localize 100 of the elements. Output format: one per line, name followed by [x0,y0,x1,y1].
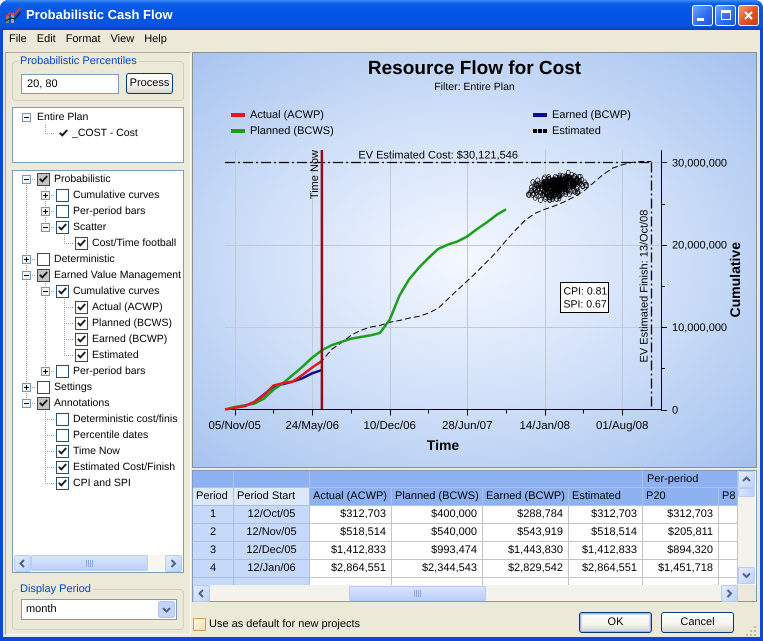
checkbox[interactable] [193,618,206,631]
tick-label: 05/Nov/05 [208,420,261,432]
tree-item-label[interactable]: Per-period bars [73,364,146,378]
tree-item-label[interactable]: Planned (BCWS) [92,316,172,330]
menu-item[interactable]: File [4,31,32,48]
checkbox[interactable] [56,444,69,458]
column-header[interactable]: Estimated [569,488,643,506]
dialog-button[interactable]: Cancel [661,612,734,633]
column-header[interactable]: Period Start [234,488,310,506]
tree-item-label[interactable]: Cumulative curves [73,284,160,298]
column-header[interactable]: P8 [719,488,738,506]
checkbox[interactable] [56,220,69,234]
annotation-label: CPI: 0.81 [564,286,608,298]
tree-expand-icon[interactable] [41,366,50,376]
process-button[interactable]: Process [126,73,173,94]
table-cell [719,524,738,542]
tree-item-label[interactable]: Cumulative curves [73,188,160,202]
tree-item-label[interactable]: Estimated [92,348,139,362]
tree-collapse-icon[interactable] [22,398,31,408]
scroll-right-button[interactable] [165,554,182,572]
percentiles-field[interactable]: 20, 80 [21,74,119,94]
tree-item-label[interactable]: Time Now [73,444,120,458]
tree-item-label[interactable]: Earned (BCWP) [92,332,168,346]
checkbox[interactable] [75,236,88,250]
menu-item[interactable]: View [106,31,140,48]
checkbox[interactable] [56,428,69,442]
checkbox[interactable] [75,332,88,346]
checkbox[interactable] [37,172,50,186]
tree-item-label[interactable]: Annotations [54,396,110,410]
checkbox[interactable] [75,348,88,362]
resize-grip-icon[interactable] [745,625,757,637]
tree-item-label[interactable]: Entire Plan [37,110,88,124]
tree-item-label[interactable]: Settings [54,380,92,394]
tree-expand-icon[interactable] [41,190,50,200]
table-cell: $288,784 [483,506,569,524]
tree-collapse-icon[interactable] [41,286,50,296]
tree-item-label[interactable]: CPI and SPI [73,476,131,490]
column-header[interactable]: Planned (BCWS) [392,488,483,506]
table-cell: $518,514 [569,524,643,542]
tree-expand-icon[interactable] [22,254,31,264]
scrollbar-thumb[interactable] [738,488,755,497]
checkbox[interactable] [56,364,69,378]
table-cell [719,506,738,524]
checkbox[interactable] [37,252,50,266]
menu-item[interactable]: Edit [32,31,61,48]
scrollbar-thumb[interactable] [349,586,486,600]
table-cell: 12/Oct/05 [234,506,310,524]
tree-item-label[interactable]: Deterministic [54,252,115,266]
menu-item[interactable]: Help [139,31,172,48]
tree-item-label[interactable]: Percentile dates [73,428,148,442]
checkbox[interactable] [56,204,69,218]
column-header[interactable]: Earned (BCWP) [483,488,569,506]
menu-item[interactable]: Format [60,31,106,48]
maximize-button[interactable] [715,4,736,26]
column-header[interactable]: P20 [643,488,719,506]
tree-item-label[interactable]: Scatter [73,220,106,234]
scatter-cloud [526,170,589,204]
checkbox[interactable] [56,284,69,298]
legend-label: Earned (BCWP) [552,108,631,122]
tree-expand-icon[interactable] [41,206,50,216]
checkbox[interactable] [37,396,50,410]
column-header[interactable]: Period [193,488,234,506]
checkbox[interactable] [37,380,50,394]
tree-item-label[interactable]: Per-period bars [73,204,146,218]
scroll-down-button[interactable] [738,567,755,584]
close-button[interactable] [738,4,759,26]
table-cell [719,542,738,560]
dialog-button[interactable]: OK [579,612,652,633]
tree-collapse-icon[interactable] [22,112,31,122]
tree-collapse-icon[interactable] [22,174,31,184]
tree-collapse-icon[interactable] [22,270,31,280]
checkbox-label[interactable]: Use as default for new projects [209,618,360,631]
maximize-icon [720,10,730,20]
column-header[interactable]: Actual (ACWP) [310,488,392,506]
scroll-left-button[interactable] [193,584,210,602]
checkbox[interactable] [56,412,69,426]
checkbox[interactable] [75,316,88,330]
checkbox[interactable] [37,268,50,282]
minimize-button[interactable] [692,4,713,26]
checkbox[interactable] [56,460,69,474]
scroll-up-button[interactable] [738,471,755,488]
tree-item-label[interactable]: _COST - Cost [72,126,138,140]
tree-collapse-icon[interactable] [41,222,50,232]
checkbox[interactable] [75,300,88,314]
scroll-right-button[interactable] [721,584,738,602]
scroll-left-button[interactable] [14,554,31,572]
tree-expand-icon[interactable] [22,382,31,392]
tree-item-label[interactable]: Cost/Time football [92,236,176,250]
period-dropdown[interactable]: month [21,599,177,620]
tree-item-label[interactable]: Actual (ACWP) [92,300,163,314]
table-cell: $1,443,830 [483,542,569,560]
checkbox[interactable] [56,188,69,202]
tree-item-label[interactable]: Estimated Cost/Finish [73,460,176,474]
tree-item-label[interactable]: Earned Value Management [54,268,182,282]
scrollbar-thumb[interactable] [31,555,148,571]
legend-label: Estimated [552,124,601,138]
checkbox[interactable] [56,476,69,490]
tree-item-label[interactable]: Probabilistic [54,172,111,186]
grip-icon [414,590,422,596]
tree-item-label[interactable]: Deterministic cost/finis [73,412,178,426]
